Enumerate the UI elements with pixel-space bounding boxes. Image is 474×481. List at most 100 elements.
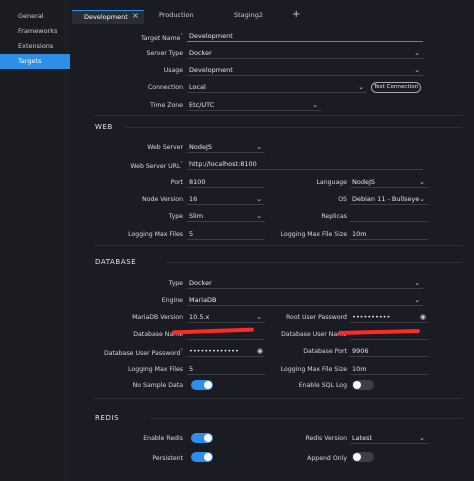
os-select[interactable]: Debian 11 - Bullseye ⌄ <box>350 193 428 205</box>
db-user-password-value: ••••••••••••• <box>189 347 239 355</box>
connection-select[interactable]: Local ⌄ <box>187 81 367 93</box>
no-sample-data-toggle[interactable] <box>191 380 213 390</box>
close-icon[interactable]: × <box>132 11 139 20</box>
chevron-down-icon: ⌄ <box>419 195 425 203</box>
tab-staging2[interactable]: Staging2 <box>234 11 263 24</box>
chevron-down-icon: ⌄ <box>419 434 425 442</box>
toggle-knob <box>353 381 361 389</box>
web-log-max-files-input[interactable]: 5 <box>187 228 265 240</box>
chevron-down-icon: ⌄ <box>256 195 262 203</box>
chevron-down-icon: ⌄ <box>414 49 420 57</box>
web-log-max-size-label: Logging Max File Size <box>280 231 347 238</box>
server-type-value: Docker <box>189 49 212 57</box>
web-server-value: NodeJS <box>189 143 213 151</box>
target-name-input[interactable]: Development <box>187 30 423 42</box>
server-type-label: Server Type <box>146 50 183 57</box>
plus-icon[interactable]: + <box>292 9 300 20</box>
chevron-down-icon: ⌄ <box>256 212 262 220</box>
connection-label: Connection <box>147 84 183 91</box>
web-server-select[interactable]: NodeJS ⌄ <box>187 141 265 153</box>
tab-bar: Development × Production Staging2 + <box>70 8 474 24</box>
usage-value: Development <box>189 66 233 74</box>
server-type-select[interactable]: Docker ⌄ <box>187 47 423 59</box>
sidebar-item-extensions[interactable]: Extensions <box>0 39 70 54</box>
chevron-down-icon: ⌄ <box>256 143 262 151</box>
language-value: NodeJS <box>352 178 376 186</box>
append-only-label: Append Only <box>307 455 347 462</box>
db-engine-label: Engine <box>161 297 183 304</box>
type-select[interactable]: Slim ⌄ <box>187 210 265 222</box>
root-password-value: •••••••••• <box>352 313 391 321</box>
db-type-value: Docker <box>189 279 212 287</box>
mariadb-version-value: 10.5.x <box>189 313 210 321</box>
timezone-select[interactable]: Etc/UTC ⌄ <box>187 99 321 111</box>
node-version-label: Node Version <box>142 196 183 203</box>
os-label: OS <box>338 196 347 203</box>
type-label: Type <box>168 213 183 220</box>
db-log-max-size-label: Logging Max File Size <box>280 366 347 373</box>
web-log-max-size-input[interactable]: 10m <box>350 228 428 240</box>
no-sample-data-label: No Sample Data <box>132 382 183 389</box>
sidebar-item-frameworks[interactable]: Frameworks <box>0 24 70 39</box>
language-select[interactable]: NodeJS ⌄ <box>350 176 428 188</box>
node-version-value: 16 <box>189 195 198 203</box>
mariadb-version-label: MariaDB Version <box>132 314 183 321</box>
divider <box>95 115 463 116</box>
connection-value: Local <box>189 83 206 91</box>
persistent-toggle[interactable] <box>191 452 213 462</box>
web-server-url-input[interactable]: http://localhost:8100 <box>187 158 423 170</box>
persistent-label: Persistent <box>152 455 183 462</box>
db-engine-value: MariaDB <box>189 296 217 304</box>
db-engine-select[interactable]: MariaDB ⌄ <box>187 294 423 306</box>
append-only-toggle[interactable] <box>352 452 374 462</box>
usage-label: Usage <box>163 67 183 74</box>
chevron-down-icon: ⌄ <box>358 83 364 91</box>
eye-icon[interactable]: ◉ <box>420 311 426 323</box>
chevron-down-icon: ⌄ <box>414 296 420 304</box>
timezone-label: Time Zone <box>150 102 183 109</box>
replicas-input[interactable] <box>350 210 428 222</box>
port-input[interactable]: 8100 <box>187 176 265 188</box>
db-type-select[interactable]: Docker ⌄ <box>187 277 423 289</box>
chevron-down-icon: ⌄ <box>414 66 420 74</box>
port-label: Port <box>170 179 183 186</box>
target-name-label: Target Name* <box>141 33 183 43</box>
db-user-password-input[interactable]: ••••••••••••• ◉ <box>187 345 265 357</box>
enable-sql-log-label: Enable SQL Log <box>298 382 347 389</box>
db-port-label: Database Port <box>303 348 347 355</box>
divider <box>95 245 463 246</box>
language-label: Language <box>316 179 347 186</box>
redis-version-value: Latest <box>352 434 373 442</box>
db-port-input[interactable]: 9906 <box>350 345 428 357</box>
chevron-down-icon: ⌄ <box>256 313 262 321</box>
redis-version-select[interactable]: Latest ⌄ <box>350 432 428 444</box>
type-value: Slim <box>189 212 204 220</box>
test-connection-button[interactable]: Test Connection <box>371 82 421 93</box>
toggle-knob <box>204 434 212 442</box>
chevron-down-icon: ⌄ <box>414 279 420 287</box>
sidebar-item-targets[interactable]: Targets <box>0 54 70 69</box>
tab-production[interactable]: Production <box>159 11 194 24</box>
chevron-down-icon: ⌄ <box>419 178 425 186</box>
usage-select[interactable]: Development ⌄ <box>187 64 423 76</box>
timezone-value: Etc/UTC <box>189 101 215 109</box>
db-user-password-label: Database User Password* <box>103 348 183 358</box>
divider <box>125 127 463 128</box>
tab-label: Development <box>84 13 128 21</box>
root-password-input[interactable]: •••••••••• ◉ <box>350 311 428 323</box>
eye-icon[interactable]: ◉ <box>257 345 263 357</box>
chevron-down-icon: ⌄ <box>312 101 318 109</box>
enable-sql-log-toggle[interactable] <box>352 380 374 390</box>
db-log-max-files-input[interactable]: 5 <box>187 363 265 375</box>
node-version-select[interactable]: 16 ⌄ <box>187 193 265 205</box>
enable-redis-toggle[interactable] <box>191 433 213 443</box>
sidebar: General Frameworks Extensions Targets <box>0 0 70 481</box>
os-value: Debian 11 - Bullseye <box>352 195 420 203</box>
db-log-max-size-input[interactable]: 10m <box>350 363 428 375</box>
web-server-label: Web Server <box>147 144 183 151</box>
divider <box>166 262 463 263</box>
toggle-knob <box>204 381 212 389</box>
sidebar-item-general[interactable]: General <box>0 9 70 24</box>
mariadb-version-select[interactable]: 10.5.x ⌄ <box>187 311 265 323</box>
section-database-heading: DATABASE <box>95 258 137 266</box>
